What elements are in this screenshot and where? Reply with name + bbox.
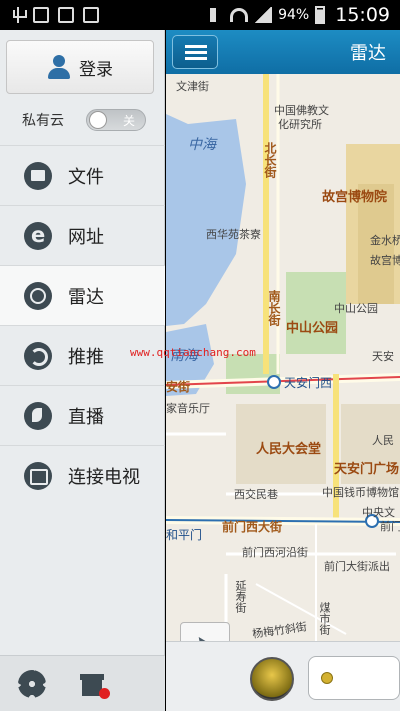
mute-icon [210, 8, 224, 22]
map-label: 中山公园 [286, 321, 339, 336]
radar-scan-button[interactable] [250, 657, 294, 701]
map-label: 中国钱币博物馆 [322, 486, 399, 499]
sidebar: 登录 私有云 关 文件 网址 雷达 推推 直播 连接 [0, 30, 165, 711]
map-label: 延寿街 [234, 580, 247, 613]
sidebar-item-files[interactable]: 文件 [0, 145, 165, 205]
gear-icon[interactable] [18, 669, 46, 698]
private-cloud-toggle[interactable]: 关 [86, 109, 146, 131]
map-label: 金水桥 [370, 234, 400, 247]
tv-icon [24, 461, 52, 490]
map-label: 前门大街派出 [324, 560, 390, 573]
map-label: 家音乐厅 [166, 402, 210, 415]
battery-percent: 94% [278, 7, 310, 23]
map-label: 人民大会堂 [256, 442, 322, 457]
map-label: 安街 [166, 380, 191, 394]
radar-range-control[interactable] [308, 656, 400, 700]
sidebar-item-label: 网址 [68, 226, 104, 248]
map-label: 中山公园 [334, 302, 378, 315]
user-icon [47, 55, 71, 79]
radar-dot-icon [321, 672, 333, 684]
map-label: 天安门广场 [334, 462, 400, 477]
map-label: 文津街 [176, 80, 209, 93]
menu-button[interactable] [172, 35, 218, 69]
push-icon [24, 341, 52, 370]
map-label: 前门西大街 [222, 520, 283, 534]
app-notification-icon [83, 7, 99, 23]
sidebar-item-web[interactable]: 网址 [0, 205, 165, 265]
private-cloud-row: 私有云 关 [0, 102, 165, 138]
folder-icon [24, 161, 52, 190]
watermark-text: www.qqtianchang.com [130, 346, 256, 359]
live-icon [24, 401, 52, 430]
toggle-knob [89, 111, 107, 129]
map-label: 前门 [380, 520, 400, 533]
map-label: 天安 [372, 350, 394, 363]
gallery-icon [58, 7, 74, 23]
wifi-icon [230, 8, 249, 22]
top-bar: 雷达 [166, 30, 400, 74]
login-label: 登录 [79, 59, 113, 80]
battery-icon [315, 6, 326, 24]
clock: 15:09 [335, 4, 390, 26]
map-label: 和平门 [166, 528, 203, 542]
sidebar-item-label: 直播 [68, 406, 104, 428]
map-label: 故宫博物院 [322, 190, 388, 205]
radar-bottom-bar [166, 641, 400, 711]
private-cloud-label: 私有云 [22, 113, 64, 129]
sidebar-item-connect-tv[interactable]: 连接电视 [0, 445, 165, 505]
sidebar-item-label: 文件 [68, 166, 104, 188]
radar-icon [24, 281, 52, 310]
map-label: 西华苑茶寮 [206, 228, 261, 241]
sidebar-footer [0, 655, 165, 711]
toggle-state-label: 关 [122, 114, 135, 128]
map-label: 天安门西 [284, 376, 333, 390]
map-label: 化研究所 [278, 118, 322, 131]
map-label: 西交民巷 [234, 488, 278, 501]
page-title: 雷达 [350, 43, 386, 64]
map-label: 人民 [372, 434, 394, 447]
sidebar-menu: 文件 网址 雷达 推推 直播 连接电视 [0, 145, 165, 505]
notification-dot [99, 687, 110, 699]
login-button[interactable]: 登录 [6, 40, 154, 94]
map-label: 煤市街 [318, 602, 331, 635]
main-panel: 雷达 文津街 中国佛教文 化研究所 中海 北长街 故宫博物院 金水桥 故宫博 西… [166, 30, 400, 711]
sidebar-item-radar[interactable]: 雷达 [0, 265, 165, 325]
sidebar-item-live[interactable]: 直播 [0, 385, 165, 445]
browser-icon [24, 221, 52, 250]
sidebar-item-label: 连接电视 [68, 466, 140, 488]
signal-icon [254, 7, 273, 23]
map-label: 北长街 [263, 142, 277, 178]
status-bar: 94% 15:09 [0, 0, 400, 30]
map-label: 南长街 [267, 290, 281, 326]
image-icon [33, 7, 49, 23]
usb-icon [12, 7, 27, 23]
map-label: 前门西河沿街 [242, 546, 308, 559]
map-label: 中海 [188, 137, 216, 153]
sidebar-item-label: 推推 [68, 346, 104, 368]
map-label: 故宫博 [370, 254, 400, 267]
sidebar-item-label: 雷达 [68, 286, 104, 308]
gift-icon[interactable] [80, 671, 110, 699]
